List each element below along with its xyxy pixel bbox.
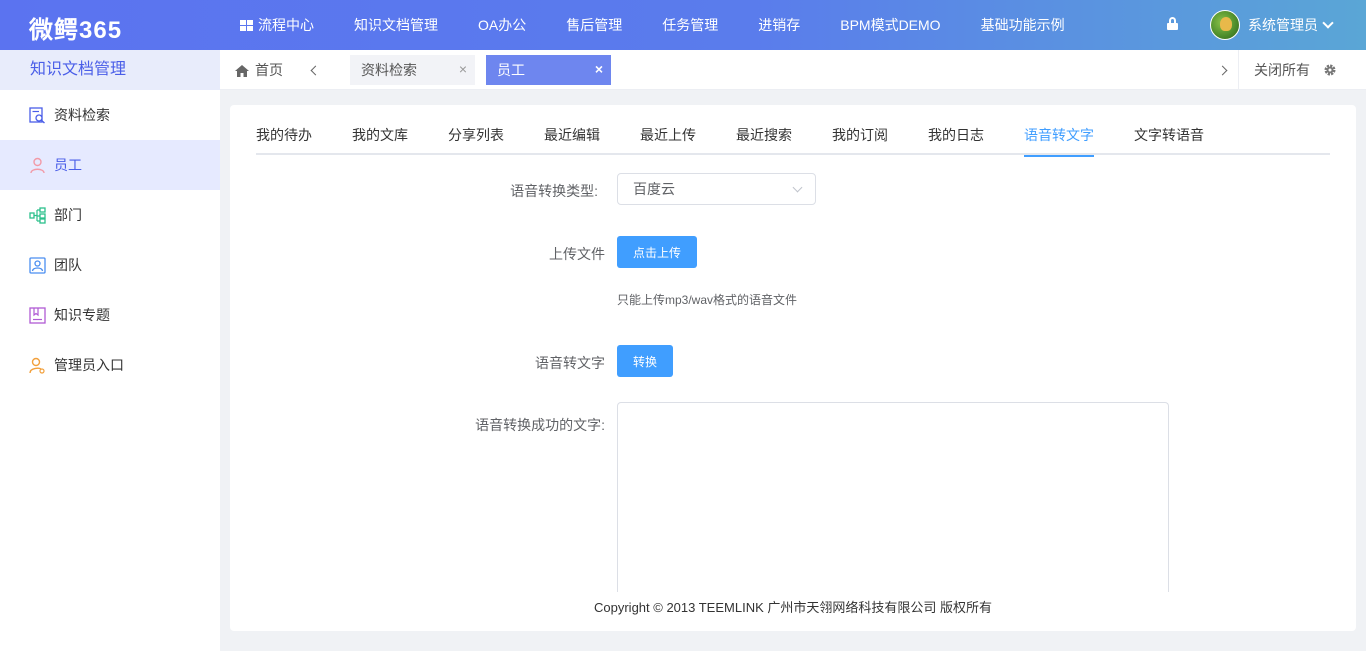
chevron-right-icon	[1217, 65, 1228, 75]
upload-button[interactable]: 点击上传	[617, 236, 697, 268]
sidebar-item-label: 部门	[54, 207, 82, 223]
app-logo[interactable]: 微鳄365	[29, 10, 122, 45]
tab-recent-uploads[interactable]: 最近上传	[640, 125, 696, 155]
sidebar-item-topics[interactable]: 知识专题	[0, 290, 220, 340]
close-icon[interactable]: ×	[595, 62, 603, 76]
tab-search[interactable]: 资料检索 ×	[350, 55, 475, 85]
sidebar-item-label: 资料检索	[54, 107, 110, 123]
topnav-item-tasks[interactable]: 任务管理	[662, 15, 718, 35]
close-icon[interactable]: ×	[459, 62, 467, 76]
org-chart-icon	[29, 206, 46, 224]
tab-recent-edits[interactable]: 最近编辑	[544, 125, 600, 155]
user-menu[interactable]: 系统管理员	[1210, 10, 1334, 40]
top-nav: 流程中心 知识文档管理 OA办公 售后管理 任务管理 进销存 BPM模式DEMO…	[240, 0, 1105, 50]
home-tab[interactable]: 首页	[235, 50, 283, 90]
tab-text-to-speech[interactable]: 文字转语音	[1134, 125, 1204, 155]
search-doc-icon	[29, 106, 46, 124]
upload-file-label: 上传文件	[549, 246, 605, 262]
tab-label: 员工	[497, 62, 525, 78]
lock-icon[interactable]	[1167, 17, 1178, 31]
tab-my-todo[interactable]: 我的待办	[256, 125, 312, 155]
sidebar-item-teams[interactable]: 团队	[0, 240, 220, 290]
topnav-item-workflow-center[interactable]: 流程中心	[240, 15, 314, 35]
avatar	[1210, 10, 1240, 40]
topnav-item-knowledge-docs[interactable]: 知识文档管理	[354, 15, 438, 35]
home-icon	[235, 64, 249, 77]
tab-label: 资料检索	[361, 62, 417, 78]
conversion-type-label: 语音转换类型:	[510, 183, 598, 199]
book-icon	[29, 306, 46, 324]
footer-copyright: Copyright © 2013 TEEMLINK 广州市天翎网络科技有限公司 …	[594, 600, 992, 615]
main-card: 我的待办 我的文库 分享列表 最近编辑 最近上传 最近搜索 我的订阅 我的日志 …	[230, 105, 1356, 631]
tab-recent-searches[interactable]: 最近搜索	[736, 125, 792, 155]
topnav-item-bpm-demo[interactable]: BPM模式DEMO	[840, 15, 940, 35]
close-all-label: 关闭所有	[1254, 62, 1310, 78]
user-name: 系统管理员	[1248, 17, 1318, 33]
chevron-down-icon	[792, 182, 803, 193]
tab-bar: 首页 资料检索 × 员工 × 关闭所有	[220, 50, 1366, 90]
topnav-item-inventory[interactable]: 进销存	[758, 15, 800, 35]
sidebar-item-label: 员工	[54, 157, 82, 173]
scroll-right-button[interactable]	[1210, 50, 1238, 90]
team-icon	[29, 256, 46, 274]
sub-tabs: 我的待办 我的文库 分享列表 最近编辑 最近上传 最近搜索 我的订阅 我的日志 …	[256, 125, 1330, 157]
tab-my-subscriptions[interactable]: 我的订阅	[832, 125, 888, 155]
sidebar-item-admin[interactable]: 管理员入口	[0, 340, 220, 390]
sidebar-item-search[interactable]: 资料检索	[0, 90, 220, 140]
sidebar-title: 知识文档管理	[0, 50, 220, 90]
sidebar-item-label: 团队	[54, 257, 82, 273]
admin-user-icon	[29, 357, 46, 374]
topnav-item-label: 流程中心	[258, 17, 314, 33]
home-tab-label: 首页	[255, 62, 283, 78]
sidebar-item-label: 知识专题	[54, 307, 110, 323]
person-icon	[29, 157, 46, 174]
sidebar-item-employees[interactable]: 员工	[0, 140, 220, 190]
sidebar-item-label: 管理员入口	[54, 357, 124, 373]
conversion-type-select[interactable]: 百度云	[617, 173, 816, 205]
conversion-type-value: 百度云	[633, 181, 675, 197]
convert-button[interactable]: 转换	[617, 345, 673, 377]
upload-tip: 只能上传mp3/wav格式的语音文件	[617, 293, 798, 307]
sidebar: 知识文档管理 资料检索 员工 部门 团队 知识专题 管理员入口	[0, 50, 220, 651]
tab-my-library[interactable]: 我的文库	[352, 125, 408, 155]
speech-to-text-label: 语音转文字	[535, 355, 605, 371]
tab-share-list[interactable]: 分享列表	[448, 125, 504, 155]
scroll-left-button[interactable]	[300, 50, 328, 90]
sidebar-item-departments[interactable]: 部门	[0, 190, 220, 240]
gear-icon[interactable]	[1323, 63, 1337, 77]
chevron-down-icon	[1322, 17, 1334, 29]
topnav-item-basic-examples[interactable]: 基础功能示例	[981, 15, 1065, 35]
chevron-left-icon	[310, 65, 321, 75]
tab-my-logs[interactable]: 我的日志	[928, 125, 984, 155]
top-bar: 微鳄365 流程中心 知识文档管理 OA办公 售后管理 任务管理 进销存 BPM…	[0, 0, 1366, 50]
result-text-label: 语音转换成功的文字:	[475, 417, 605, 433]
tab-employees[interactable]: 员工 ×	[486, 55, 611, 85]
topnav-item-after-sales[interactable]: 售后管理	[566, 15, 622, 35]
result-textarea[interactable]	[617, 402, 1169, 592]
close-all-button[interactable]: 关闭所有	[1238, 50, 1366, 90]
tab-speech-to-text[interactable]: 语音转文字	[1024, 125, 1094, 157]
grid-icon	[240, 19, 253, 31]
topnav-item-oa[interactable]: OA办公	[478, 15, 526, 35]
